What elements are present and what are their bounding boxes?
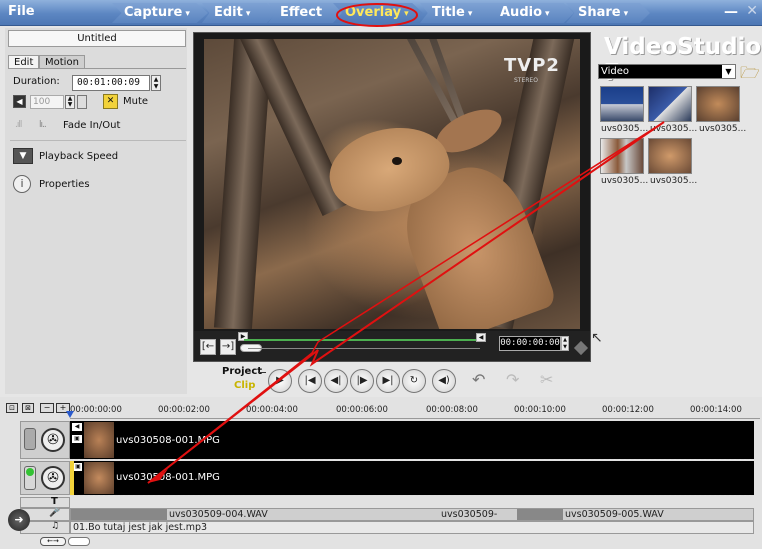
annotation-circle xyxy=(336,3,418,27)
annotation-overlay xyxy=(147,3,665,484)
annotation-arrow xyxy=(147,121,665,484)
